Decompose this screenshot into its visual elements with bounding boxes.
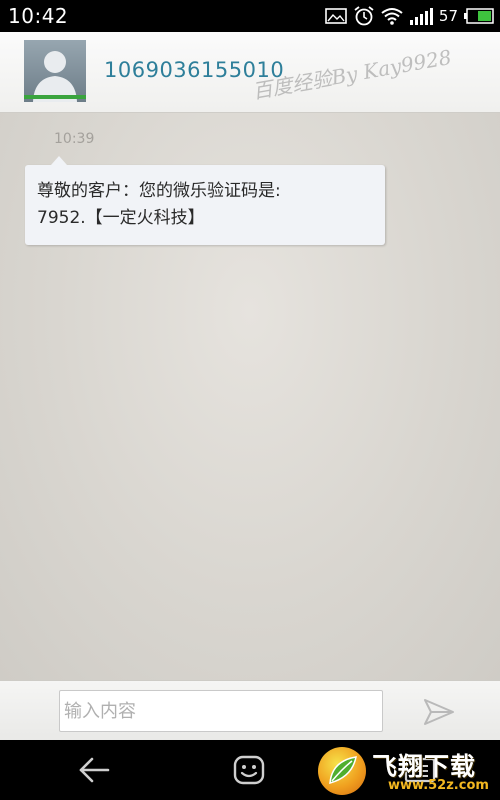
status-icons: 57	[325, 4, 494, 28]
battery-icon	[464, 7, 494, 25]
back-arrow-icon	[79, 757, 110, 783]
message-bubble[interactable]: 尊敬的客户：您的微乐验证码是: 7952.【一定火科技】	[25, 156, 385, 245]
send-button[interactable]	[418, 695, 460, 729]
back-button[interactable]	[76, 755, 112, 785]
image-icon	[325, 7, 347, 25]
person-silhouette-icon	[33, 51, 77, 102]
message-list[interactable]: 10:39 尊敬的客户：您的微乐验证码是: 7952.【一定火科技】	[0, 113, 500, 680]
wifi-icon	[381, 7, 403, 25]
watermark: 百度经验By Kay9928	[250, 44, 454, 104]
battery-level: 57	[438, 7, 458, 25]
logo-url: www.52z.com	[388, 778, 489, 793]
compose-bar	[0, 680, 500, 741]
home-smiley-icon	[233, 755, 265, 785]
message-input[interactable]	[59, 690, 383, 732]
message-text: 尊敬的客户：您的微乐验证码是: 7952.【一定火科技】	[37, 181, 281, 228]
message-timestamp: 10:39	[54, 131, 95, 147]
status-bar: 10:42 57	[0, 0, 500, 32]
site-logo: 飞翔下载 www.52z.com	[318, 745, 496, 797]
logo-leaf-icon	[318, 747, 366, 795]
home-button[interactable]	[232, 754, 266, 786]
send-icon	[424, 699, 454, 725]
conversation-header: 1069036155010 百度经验By Kay9928	[0, 32, 500, 113]
sms-conversation-screen: 10:42 57 1069036155010 百度经验By Kay9928 10…	[0, 0, 500, 800]
avatar-underline	[24, 95, 86, 99]
status-time: 10:42	[8, 4, 69, 28]
signal-icon	[409, 7, 433, 25]
alarm-icon	[353, 5, 375, 27]
contact-avatar[interactable]	[24, 40, 86, 102]
